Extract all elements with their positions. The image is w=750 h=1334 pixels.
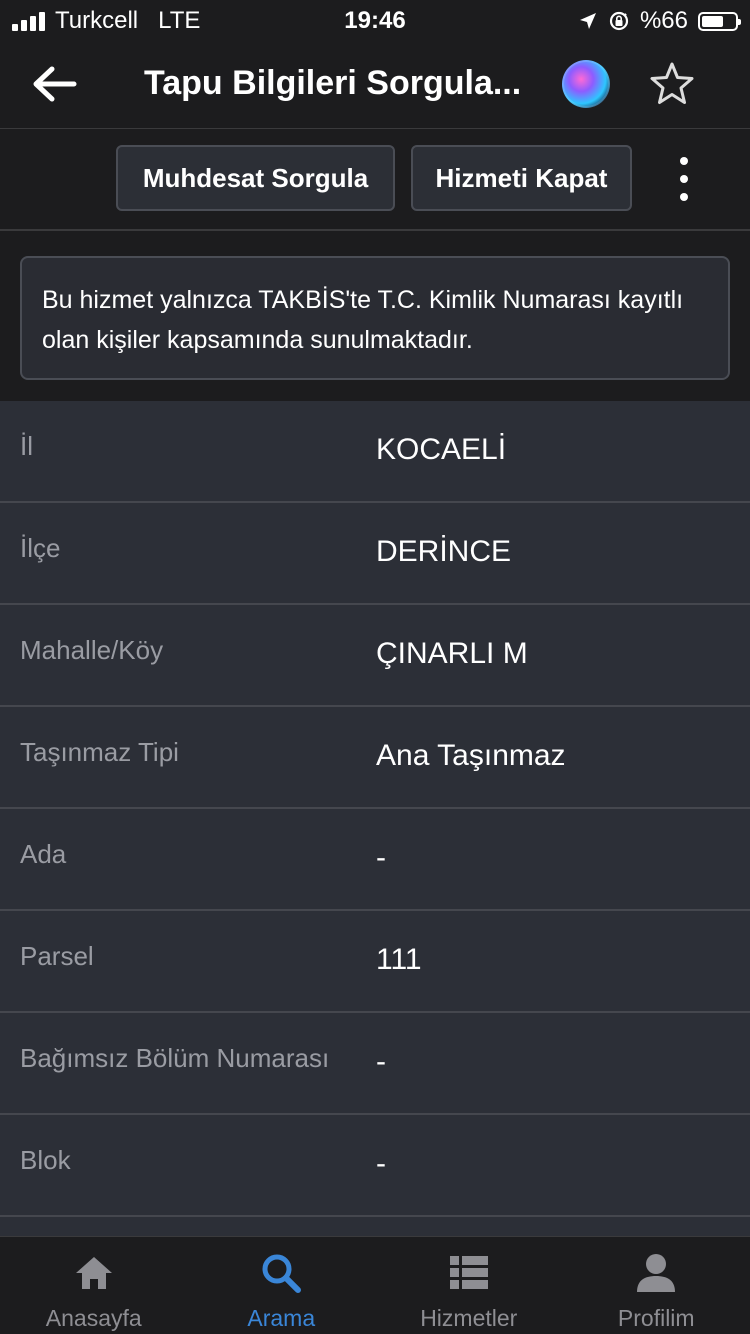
- action-toolbar: Muhdesat Sorgula Hizmeti Kapat: [0, 129, 750, 231]
- detail-row-tasinmaz-tipi: Taşınmaz Tipi Ana Taşınmaz: [0, 707, 750, 809]
- row-label: İlçe: [20, 533, 61, 563]
- row-value: Ana Taşınmaz: [376, 739, 566, 772]
- detail-row-mahalle: Mahalle/Köy ÇINARLI M: [0, 605, 750, 707]
- row-label: Blok: [20, 1145, 71, 1175]
- tab-arama[interactable]: Arama: [188, 1237, 376, 1334]
- detail-row-ilce: İlçe DERİNCE: [0, 503, 750, 605]
- info-notice: Bu hizmet yalnızca TAKBİS'te T.C. Kimlik…: [20, 256, 730, 380]
- row-label: Taşınmaz Tipi: [20, 737, 179, 767]
- home-icon: [72, 1251, 116, 1295]
- battery-percentage: %66: [639, 7, 688, 34]
- tab-anasayfa[interactable]: Anasayfa: [0, 1237, 188, 1334]
- row-value: -: [376, 1045, 386, 1078]
- detail-list: İl KOCAELİ İlçe DERİNCE Mahalle/Köy ÇINA…: [0, 401, 750, 1237]
- back-button[interactable]: [28, 60, 80, 108]
- rotation-lock-icon: [609, 11, 629, 31]
- row-label: Ada: [20, 839, 67, 869]
- tab-label: Arama: [247, 1305, 316, 1331]
- detail-row-blok: Blok -: [0, 1115, 750, 1217]
- more-vertical-icon[interactable]: [666, 157, 702, 201]
- search-icon: [259, 1251, 303, 1295]
- tab-profilim[interactable]: Profilim: [563, 1237, 750, 1334]
- page-title: Tapu Bilgileri Sorgula...: [144, 64, 522, 102]
- row-label: Bağımsız Bölüm Numarası: [20, 1043, 330, 1073]
- list-icon: [447, 1251, 491, 1295]
- status-bar: Turkcell LTE 19:46 %66: [0, 0, 750, 40]
- location-arrow-icon: [579, 13, 596, 29]
- arrow-left-icon: [33, 66, 77, 102]
- siri-icon[interactable]: [562, 60, 610, 108]
- row-value: KOCAELİ: [376, 433, 507, 466]
- battery-icon: [698, 11, 741, 31]
- hizmeti-kapat-button[interactable]: Hizmeti Kapat: [411, 145, 632, 211]
- star-outline-icon: [650, 62, 694, 104]
- muhdesat-sorgula-button[interactable]: Muhdesat Sorgula: [116, 145, 395, 211]
- detail-row-il: İl KOCAELİ: [0, 401, 750, 503]
- favorite-button[interactable]: [648, 60, 696, 108]
- row-value: DERİNCE: [376, 535, 512, 568]
- battery-fill: [702, 15, 723, 27]
- row-value: -: [376, 1147, 386, 1180]
- info-area: Bu hizmet yalnızca TAKBİS'te T.C. Kimlik…: [0, 231, 750, 401]
- row-value: ÇINARLI M: [376, 637, 528, 670]
- tab-label: Anasayfa: [45, 1305, 142, 1331]
- row-value: 111: [376, 943, 422, 976]
- detail-row-partial: [0, 1217, 750, 1237]
- row-label: İl: [20, 431, 33, 461]
- detail-row-ada: Ada -: [0, 809, 750, 911]
- row-label: Mahalle/Köy: [20, 635, 164, 665]
- navigation-bar: Tapu Bilgileri Sorgula...: [0, 40, 750, 129]
- tab-label: Hizmetler: [420, 1305, 518, 1331]
- row-value: -: [376, 841, 386, 874]
- tab-label: Profilim: [617, 1305, 695, 1331]
- detail-row-parsel: Parsel 111: [0, 911, 750, 1013]
- status-bar-right: %66: [578, 7, 741, 35]
- tab-bar: Anasayfa Arama Hizmetler Profilim: [0, 1236, 750, 1334]
- row-label: Parsel: [20, 941, 94, 971]
- tab-hizmetler[interactable]: Hizmetler: [375, 1237, 563, 1334]
- detail-row-bagimsiz-bolum: Bağımsız Bölüm Numarası -: [0, 1013, 750, 1115]
- user-icon: [634, 1251, 678, 1295]
- screen: Turkcell LTE 19:46 %66 Tapu Bilgileri So…: [0, 0, 750, 1334]
